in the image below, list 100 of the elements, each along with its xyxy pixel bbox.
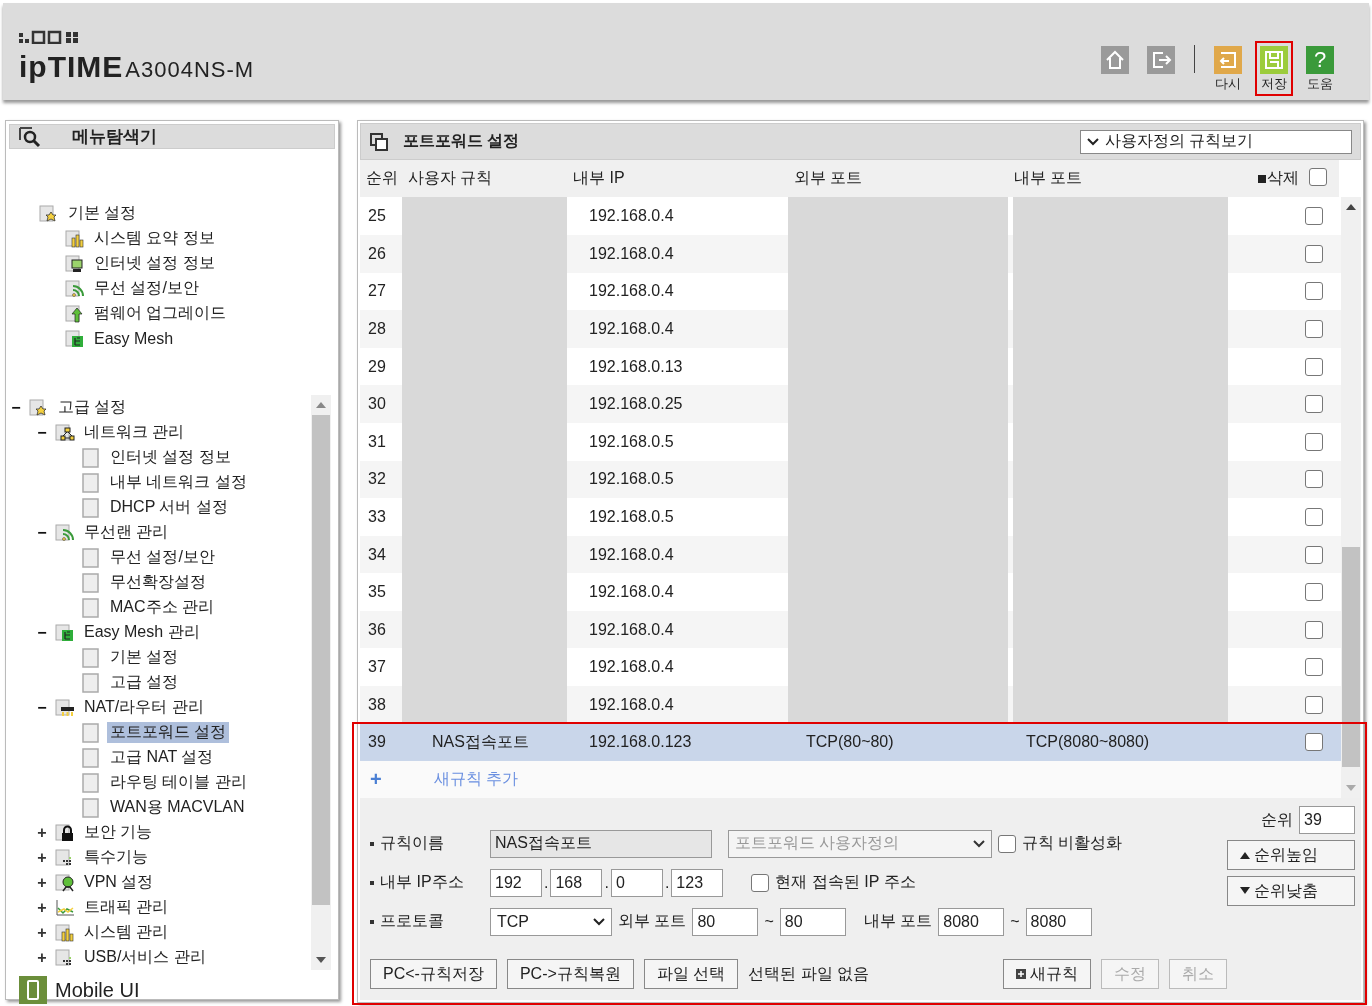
expand-toggle[interactable]: +	[35, 873, 49, 892]
menu-item[interactable]: 기본 설정	[65, 203, 140, 224]
menu-item[interactable]: 고급 NAT 설정	[107, 747, 217, 768]
action-button[interactable]: PC<-규칙저장	[370, 959, 497, 990]
checkbox[interactable]	[1305, 507, 1323, 526]
menu-item[interactable]: WAN용 MACVLAN	[107, 797, 248, 818]
ip-octet-field[interactable]: 0	[610, 868, 663, 897]
table-row[interactable]: 39 NAS접속포트 192.168.0.123 TCP(80~80) TCP(8080~8080)	[360, 723, 1341, 762]
scrollbar[interactable]	[311, 395, 331, 970]
help-button[interactable]: ? 도움	[1301, 41, 1339, 96]
menu-item[interactable]: MAC주소 관리	[107, 597, 217, 618]
checkbox[interactable]	[1305, 620, 1323, 639]
collapse-toggle[interactable]: −	[35, 623, 49, 642]
view-dropdown[interactable]: 사용자정의 규칙보기	[1080, 129, 1352, 154]
menu-item[interactable]: 인터넷 설정 정보	[107, 447, 234, 468]
table-cell: 192.168.0.4	[589, 695, 674, 714]
menu-item[interactable]: 무선랜 관리	[81, 522, 172, 543]
menu-item[interactable]: 특수기능	[81, 847, 151, 868]
select-all-checkbox[interactable]	[1309, 167, 1327, 186]
menu-item[interactable]: 포트포워드 설정	[107, 722, 230, 743]
checkbox[interactable]	[1305, 282, 1323, 301]
checkbox[interactable]	[1305, 733, 1323, 752]
menu-item[interactable]: DHCP 서버 설정	[107, 497, 231, 518]
menu-item[interactable]: Easy Mesh 관리	[81, 622, 203, 643]
table-cell: 25	[368, 207, 386, 226]
menu-item[interactable]: 라우팅 테이블 관리	[107, 772, 250, 793]
table-row[interactable]: 30 192.168.0.25	[360, 385, 1341, 423]
menu-item[interactable]: 펌웨어 업그레이드	[91, 303, 230, 324]
checkbox[interactable]	[1305, 207, 1323, 226]
port-field[interactable]: 80	[779, 907, 846, 936]
menu-item[interactable]: 무선 설정/보안	[107, 547, 218, 568]
save-button[interactable]: 저장	[1255, 41, 1293, 96]
checkbox[interactable]	[1305, 357, 1323, 376]
checkbox[interactable]	[1305, 658, 1323, 677]
collapse-toggle[interactable]: −	[35, 698, 49, 717]
search-icon	[18, 125, 42, 148]
page-icon	[81, 647, 101, 668]
menu-item[interactable]: 시스템 요약 정보	[91, 228, 218, 249]
scroll-down-icon[interactable]	[316, 956, 326, 964]
port-field[interactable]: 80	[692, 907, 759, 936]
action-button[interactable]: 새규칙	[1003, 959, 1091, 990]
table-row[interactable]: 36 192.168.0.4	[360, 610, 1341, 649]
expand-toggle[interactable]: +	[35, 848, 49, 867]
raise-rank-button[interactable]: 순위높임	[1227, 840, 1355, 871]
rule-name-field[interactable]: NAS접속포트	[490, 829, 712, 858]
action-button[interactable]: 파일 선택	[643, 959, 739, 990]
checkbox[interactable]	[751, 873, 770, 892]
menu-item[interactable]: 내부 네트워크 설정	[107, 472, 250, 493]
port-field[interactable]: 8080	[1025, 907, 1092, 936]
menu-item[interactable]: 고급 설정	[55, 397, 130, 418]
menu-item[interactable]: VPN 설정	[81, 872, 157, 893]
menu-item[interactable]: 무선확장설정	[107, 572, 209, 593]
table-row[interactable]: 26 192.168.0.4	[360, 234, 1341, 273]
mobile-ui-link[interactable]: Mobile UI	[55, 978, 140, 1002]
collapse-toggle[interactable]: −	[9, 398, 23, 417]
reset-button[interactable]: 다시	[1209, 41, 1247, 96]
port-field[interactable]: 8080	[938, 907, 1005, 936]
checkbox[interactable]	[1305, 545, 1323, 564]
menu-item[interactable]: 고급 설정	[107, 672, 182, 693]
expand-toggle[interactable]: +	[35, 948, 49, 967]
menu-item[interactable]: Easy Mesh	[91, 329, 177, 348]
expand-toggle[interactable]: +	[35, 823, 49, 842]
menu-item[interactable]: 보안 기능	[81, 822, 156, 843]
scrollbar[interactable]	[1341, 197, 1361, 799]
expand-toggle[interactable]: +	[35, 923, 49, 942]
menu-item[interactable]: 네트워크 관리	[81, 422, 188, 443]
ip-octet-field[interactable]: 168	[550, 868, 603, 897]
menu-item[interactable]: USB/서비스 관리	[81, 947, 209, 968]
page-icon	[81, 772, 101, 793]
scroll-up-icon[interactable]	[1346, 203, 1356, 212]
menu-item[interactable]: 시스템 관리	[81, 922, 172, 943]
checkbox[interactable]	[1305, 319, 1323, 338]
collapse-toggle[interactable]: −	[35, 523, 49, 542]
table-row[interactable]: 34 192.168.0.4	[360, 535, 1341, 574]
page-icon	[81, 747, 101, 768]
table-row[interactable]: 28 192.168.0.4	[360, 310, 1341, 348]
menu-item[interactable]: 무선 설정/보안	[91, 278, 202, 299]
menu-item[interactable]: 트래픽 관리	[81, 897, 172, 918]
ip-octet-field[interactable]: 123	[671, 868, 724, 897]
action-button[interactable]: PC->규칙복원	[506, 959, 634, 990]
collapse-toggle[interactable]: −	[35, 423, 49, 442]
expand-toggle[interactable]: +	[35, 898, 49, 917]
ip-octet-field[interactable]: 192	[490, 868, 542, 897]
menu-item[interactable]: NAT/라우터 관리	[81, 697, 207, 718]
checkbox[interactable]	[1305, 244, 1323, 263]
checkbox[interactable]	[1305, 432, 1323, 451]
checkbox[interactable]	[1305, 470, 1323, 489]
checkbox[interactable]	[1305, 583, 1323, 602]
router-icon	[55, 697, 75, 718]
checkbox[interactable]	[998, 834, 1016, 853]
rank-field[interactable]: 39	[1299, 806, 1355, 835]
menu-item[interactable]: 기본 설정	[107, 647, 182, 668]
table-row[interactable]: 38 192.168.0.4	[360, 686, 1341, 724]
table-row[interactable]: 32 192.168.0.5	[360, 460, 1341, 499]
menu-item[interactable]: 인터넷 설정 정보	[91, 253, 218, 274]
checkbox[interactable]	[1305, 395, 1323, 414]
checkbox[interactable]	[1305, 695, 1323, 714]
chevron-icon	[593, 916, 605, 927]
protocol-dropdown[interactable]: TCP	[490, 907, 612, 936]
lower-rank-button[interactable]: 순위낮춤	[1227, 876, 1355, 907]
